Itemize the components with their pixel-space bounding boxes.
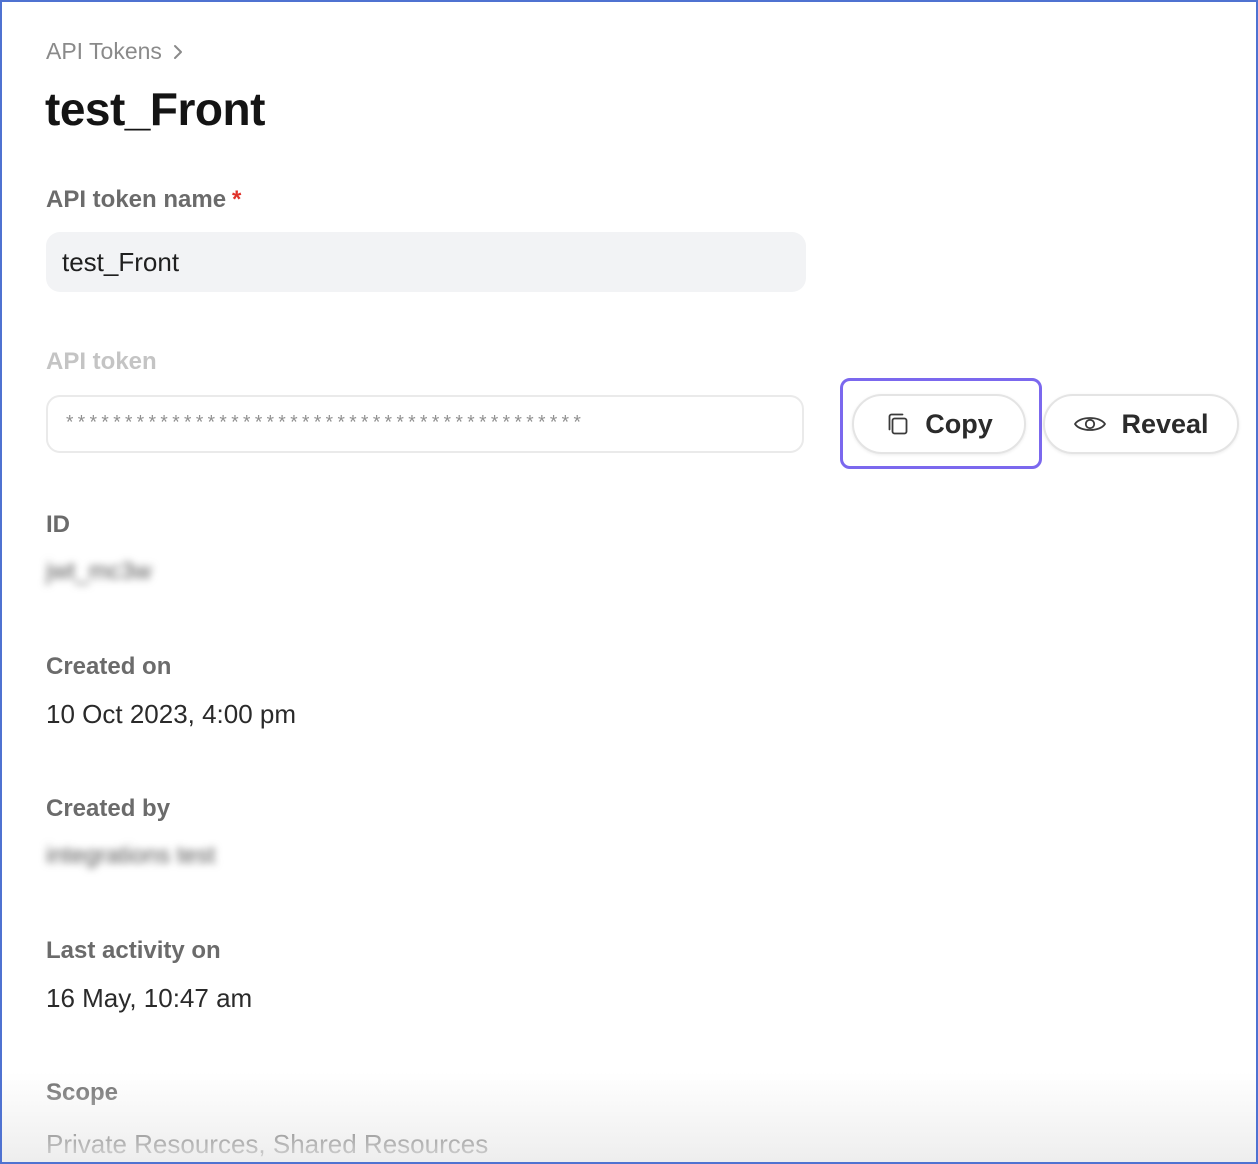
copy-button[interactable]: Copy [852, 394, 1026, 454]
reveal-button-label: Reveal [1121, 408, 1209, 439]
scope-label: Scope [46, 1079, 119, 1106]
api-token-field: ****************************************… [46, 395, 804, 453]
reveal-button[interactable]: Reveal [1043, 394, 1239, 454]
api-token-name-input[interactable] [46, 232, 806, 292]
breadcrumb-link-api-tokens[interactable]: API Tokens [46, 38, 162, 65]
created-by-value: integrations test [46, 842, 216, 869]
api-token-name-label-text: API token name [46, 186, 227, 213]
page-title: test_Front [45, 83, 265, 135]
id-value: jwt_mc3w [46, 558, 152, 585]
eye-icon [1073, 413, 1107, 435]
required-marker: * [232, 186, 242, 213]
api-token-detail-page: API Tokens test_Front API token name* AP… [0, 0, 1258, 1164]
created-on-label: Created on [46, 653, 172, 680]
api-token-label: API token [46, 348, 157, 375]
chevron-right-icon [172, 44, 184, 60]
api-token-name-label: API token name * [46, 186, 241, 214]
copy-button-label: Copy [925, 408, 993, 439]
created-by-label: Created by [46, 795, 171, 822]
breadcrumb: API Tokens [46, 38, 184, 65]
created-on-value: 10 Oct 2023, 4:00 pm [46, 699, 297, 729]
scope-value: Private Resources, Shared Resources [46, 1129, 489, 1159]
last-activity-value: 16 May, 10:47 am [46, 983, 253, 1013]
last-activity-label: Last activity on [46, 937, 221, 964]
copy-icon [885, 411, 911, 437]
id-label: ID [46, 511, 70, 538]
